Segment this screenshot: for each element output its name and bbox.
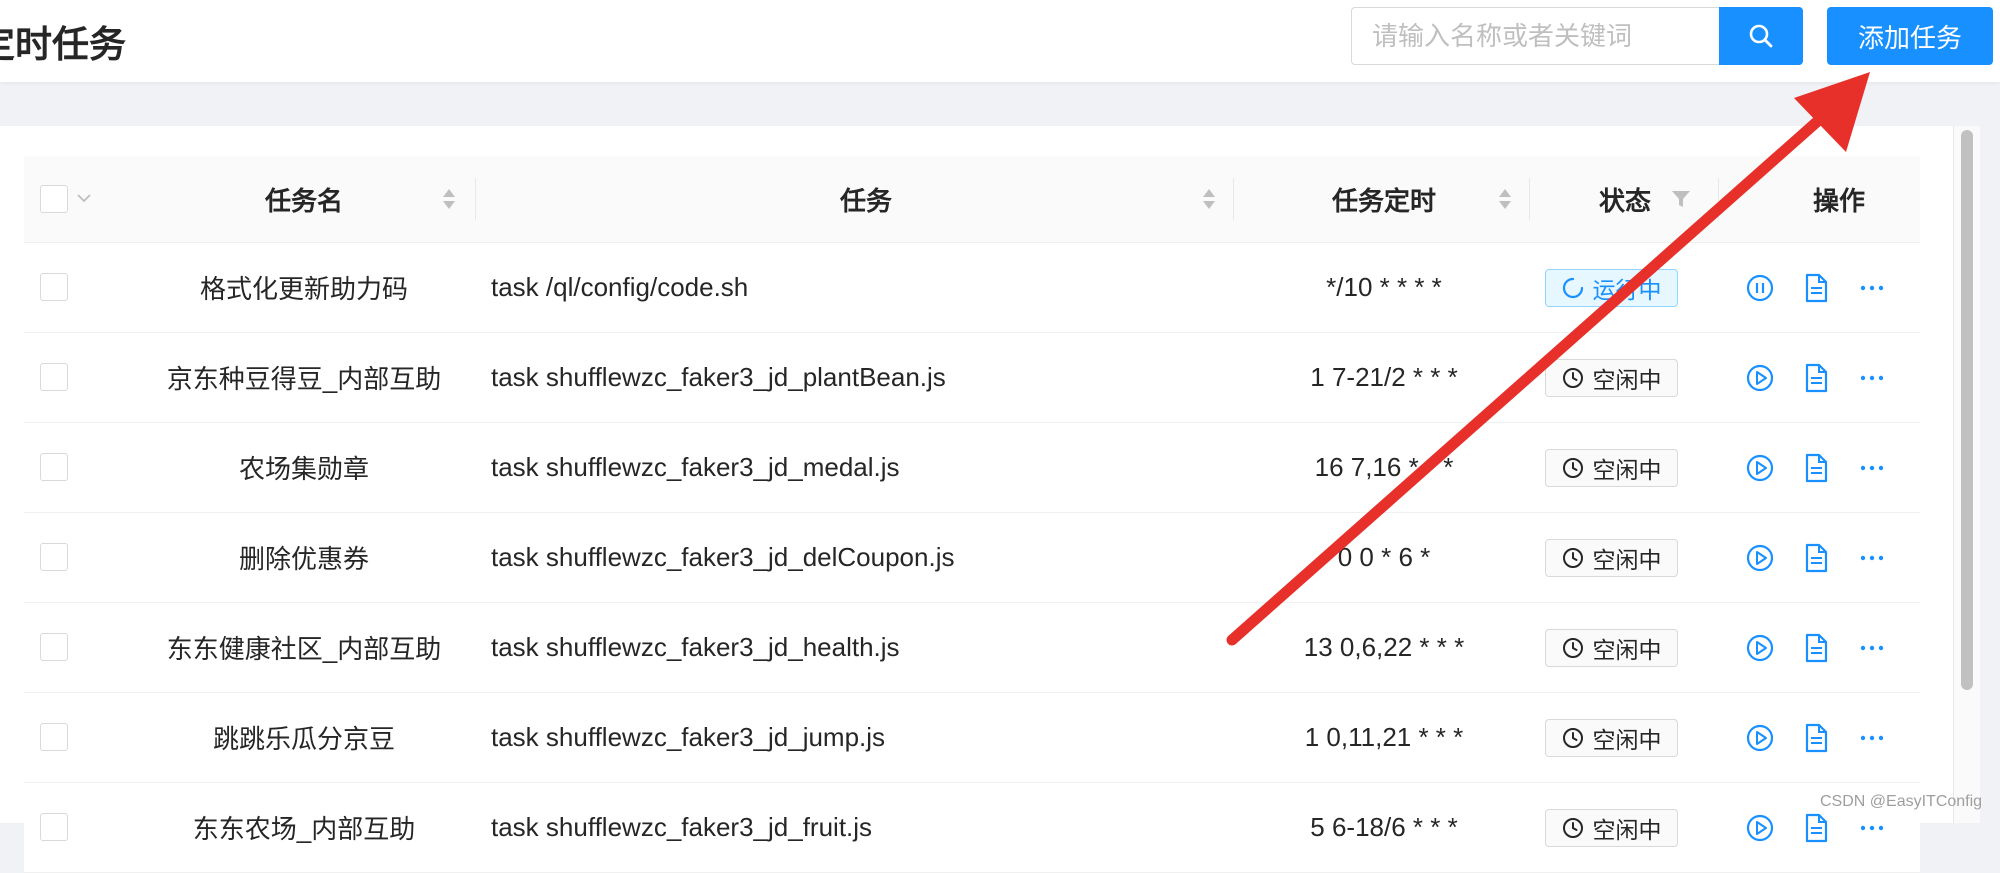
status-badge: 空闲中 (1545, 629, 1678, 667)
play-circle-icon[interactable] (1745, 813, 1775, 843)
table-row: 东东农场_内部互助 task shufflewzc_faker3_jd_frui… (24, 783, 1920, 873)
play-circle-icon[interactable] (1745, 363, 1775, 393)
status-badge: 空闲中 (1545, 449, 1678, 487)
page-header: 定时任务 添加任务 (0, 0, 2000, 82)
status-badge: 空闲中 (1545, 359, 1678, 397)
task-schedule: 1 7-21/2 * * * (1310, 362, 1458, 392)
file-text-icon[interactable] (1801, 633, 1831, 663)
clock-icon (1562, 637, 1584, 659)
task-command: task shufflewzc_faker3_jd_medal.js (491, 452, 900, 482)
select-all-checkbox[interactable] (40, 185, 68, 213)
table-header-row: 任务名 任务 任务定时 状态 操作 (24, 156, 1920, 243)
search-button[interactable] (1719, 7, 1803, 65)
column-header-status[interactable]: 状态 (1530, 156, 1720, 242)
task-name: 东东健康社区_内部互助 (166, 634, 442, 664)
clock-icon (1562, 817, 1584, 839)
table-row: 跳跳乐瓜分京豆 task shufflewzc_faker3_jd_jump.j… (24, 693, 1920, 783)
status-label: 空闲中 (1592, 547, 1662, 573)
row-checkbox[interactable] (40, 543, 68, 571)
status-badge: 空闲中 (1545, 809, 1678, 847)
task-command: task shufflewzc_faker3_jd_delCoupon.js (491, 542, 955, 572)
row-checkbox[interactable] (40, 363, 68, 391)
more-icon[interactable] (1857, 453, 1887, 483)
sort-icon[interactable] (442, 186, 456, 212)
task-command: task shufflewzc_faker3_jd_jump.js (491, 722, 886, 752)
sort-icon[interactable] (1202, 186, 1216, 212)
task-schedule: 5 6-18/6 * * * (1310, 812, 1458, 842)
table-body: 格式化更新助力码 task /ql/config/code.sh */10 * … (24, 243, 1920, 873)
table-row: 删除优惠券 task shufflewzc_faker3_jd_delCoupo… (24, 513, 1920, 603)
file-text-icon[interactable] (1801, 813, 1831, 843)
file-text-icon[interactable] (1801, 273, 1831, 303)
task-table: 任务名 任务 任务定时 状态 操作 格式化更新助力码 task /ql/conf… (24, 156, 1920, 873)
pause-circle-icon[interactable] (1745, 273, 1775, 303)
select-dropdown-icon[interactable] (76, 192, 92, 204)
task-command: task /ql/config/code.sh (491, 272, 749, 302)
more-icon[interactable] (1857, 273, 1887, 303)
status-badge: 空闲中 (1545, 719, 1678, 757)
more-icon[interactable] (1857, 723, 1887, 753)
row-checkbox[interactable] (40, 273, 68, 301)
add-task-button[interactable]: 添加任务 (1827, 7, 1993, 65)
task-schedule: 16 7,16 * * * (1314, 452, 1454, 482)
scrollbar-thumb[interactable] (1961, 130, 1973, 690)
task-name: 跳跳乐瓜分京豆 (212, 724, 395, 754)
file-text-icon[interactable] (1801, 453, 1831, 483)
sort-icon[interactable] (1498, 186, 1512, 212)
status-badge: 空闲中 (1545, 539, 1678, 577)
row-checkbox[interactable] (40, 813, 68, 841)
clock-icon (1562, 547, 1584, 569)
more-icon[interactable] (1857, 633, 1887, 663)
filter-icon[interactable] (1671, 189, 1691, 209)
row-checkbox[interactable] (40, 633, 68, 661)
search-input[interactable] (1351, 7, 1719, 65)
watermark: CSDN @EasyITConfig (1820, 793, 1983, 810)
task-schedule: */10 * * * * (1326, 272, 1442, 302)
more-icon[interactable] (1857, 813, 1887, 843)
file-text-icon[interactable] (1801, 543, 1831, 573)
play-circle-icon[interactable] (1745, 633, 1775, 663)
status-label: 空闲中 (1592, 367, 1662, 393)
column-header-command[interactable]: 任务 (476, 156, 1256, 242)
task-name: 删除优惠券 (238, 544, 369, 574)
status-badge: 运行中 (1545, 269, 1678, 307)
file-text-icon[interactable] (1801, 723, 1831, 753)
task-name: 农场集勋章 (238, 454, 369, 484)
file-text-icon[interactable] (1801, 363, 1831, 393)
clock-icon (1562, 457, 1584, 479)
clock-icon (1562, 727, 1584, 749)
task-command: task shufflewzc_faker3_jd_fruit.js (491, 812, 873, 842)
loading-icon (1562, 277, 1584, 299)
search-icon (1749, 24, 1773, 48)
play-circle-icon[interactable] (1745, 453, 1775, 483)
more-icon[interactable] (1857, 543, 1887, 573)
status-label: 空闲中 (1592, 727, 1662, 753)
column-header-schedule[interactable]: 任务定时 (1234, 156, 1534, 242)
task-schedule: 0 0 * 6 * (1337, 542, 1431, 572)
play-circle-icon[interactable] (1745, 723, 1775, 753)
task-name: 东东农场_内部互助 (192, 814, 416, 844)
table-row: 京东种豆得豆_内部互助 task shufflewzc_faker3_jd_pl… (24, 333, 1920, 423)
task-schedule: 1 0,11,21 * * * (1304, 722, 1464, 752)
table-row: 农场集勋章 task shufflewzc_faker3_jd_medal.js… (24, 423, 1920, 513)
task-name: 京东种豆得豆_内部互助 (166, 364, 442, 394)
status-label: 空闲中 (1592, 637, 1662, 663)
task-command: task shufflewzc_faker3_jd_plantBean.js (491, 362, 946, 392)
row-checkbox[interactable] (40, 723, 68, 751)
status-label: 空闲中 (1592, 457, 1662, 483)
table-row: 格式化更新助力码 task /ql/config/code.sh */10 * … (24, 243, 1920, 333)
status-label: 运行中 (1592, 277, 1662, 303)
status-label: 空闲中 (1592, 817, 1662, 843)
task-schedule: 13 0,6,22 * * * (1303, 632, 1465, 662)
row-checkbox[interactable] (40, 453, 68, 481)
task-name: 格式化更新助力码 (199, 274, 408, 304)
page-title: 定时任务 (0, 24, 126, 65)
table-row: 东东健康社区_内部互助 task shufflewzc_faker3_jd_he… (24, 603, 1920, 693)
column-header-actions: 操作 (1812, 185, 1865, 216)
play-circle-icon[interactable] (1745, 543, 1775, 573)
clock-icon (1562, 367, 1584, 389)
task-command: task shufflewzc_faker3_jd_health.js (491, 632, 900, 662)
more-icon[interactable] (1857, 363, 1887, 393)
